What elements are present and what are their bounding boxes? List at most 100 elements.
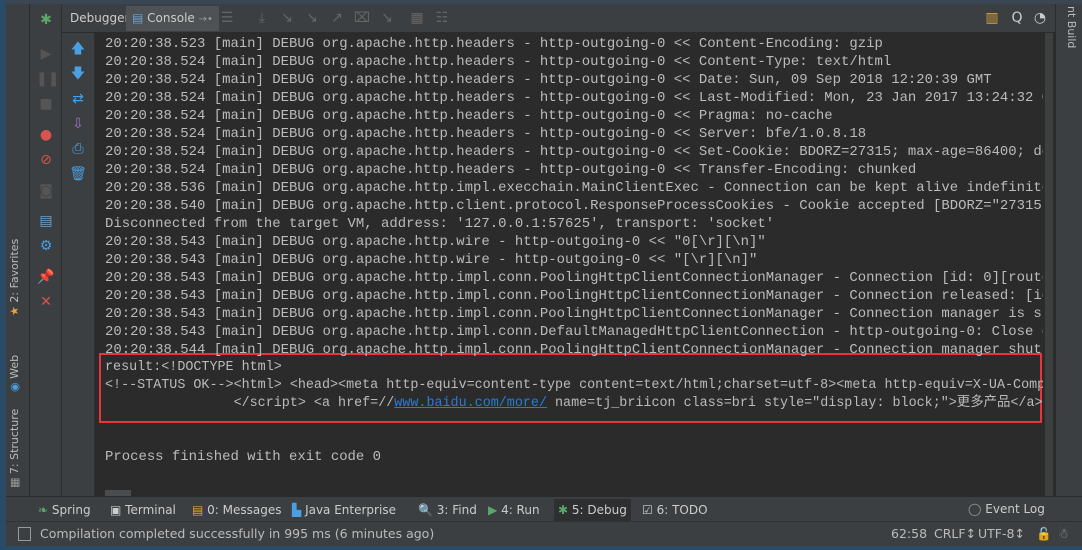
log-line: 20:20:38.524 [main] DEBUG org.apache.htt… xyxy=(105,144,1043,160)
cursor-position[interactable]: 62:58 xyxy=(891,522,927,546)
settings-gear-icon[interactable]: ⚙ xyxy=(36,238,56,254)
encoding[interactable]: UTF-8↕ xyxy=(978,522,1025,546)
scrollbar-thumb[interactable] xyxy=(1045,33,1053,496)
tool-window-find[interactable]: 🔍 3: Find xyxy=(414,499,481,521)
show-execution-point-icon[interactable]: ☰ xyxy=(217,10,237,26)
web-tab[interactable]: ◉ Web xyxy=(8,355,21,392)
soft-wrap-icon[interactable]: ⇄ xyxy=(68,91,88,107)
console-output[interactable]: result:<!DOCTYPE html> <!--STATUS OK--><… xyxy=(95,33,1043,496)
tool-window-label: 3: Find xyxy=(436,503,477,517)
pin-tab-icon: →• xyxy=(198,14,213,25)
web-label: Web xyxy=(8,354,21,379)
tool-window-java-enterprise[interactable]: ▙ Java Enterprise xyxy=(288,499,400,521)
tool-window-messages[interactable]: ▤ 0: Messages xyxy=(188,499,286,521)
scroll-to-end-icon[interactable]: ⇩ xyxy=(68,116,88,132)
toggle-tool-windows-icon[interactable] xyxy=(18,527,31,541)
run-to-cursor-icon[interactable]: ↘ xyxy=(377,10,397,26)
evaluate-icon[interactable]: ▦ xyxy=(407,10,427,26)
debug-icon: ✱ xyxy=(558,503,569,517)
log-line: 20:20:38.543 [main] DEBUG org.apache.htt… xyxy=(105,252,758,268)
force-step-into-icon[interactable]: ↘ xyxy=(302,10,322,26)
result-line-1: result:<!DOCTYPE html> xyxy=(105,360,282,375)
log-line: 20:20:38.544 [main] DEBUG org.apache.htt… xyxy=(105,342,1043,358)
console-label: Console xyxy=(147,11,195,25)
performance-gauge-icon[interactable]: ◔ xyxy=(1030,10,1050,26)
baidu-more-link[interactable]: www.baidu.com/more/ xyxy=(394,396,547,411)
lock-icon[interactable]: 🔓 xyxy=(1036,522,1052,546)
log-line: 20:20:38.524 [main] DEBUG org.apache.htt… xyxy=(105,72,992,88)
exit-message: Process finished with exit code 0 xyxy=(105,449,382,465)
result-line-3: </script> <a href=//www.baidu.com/more/ … xyxy=(105,395,1043,413)
tool-window-label: 0: Messages xyxy=(207,503,282,517)
mute-breakpoints-icon[interactable]: ⊘ xyxy=(36,152,56,168)
trash-icon[interactable]: 🗑 xyxy=(68,166,88,182)
log-line: 20:20:38.524 [main] DEBUG org.apache.htt… xyxy=(105,54,892,70)
ide-window: ★ 2: Favorites ◉ Web ▦ 7: Structure ✱ ▶ … xyxy=(6,0,1082,546)
tool-window-todo[interactable]: ☑ 6: TODO xyxy=(638,499,712,521)
result-line-3-pre: </script> <a href=// xyxy=(105,396,395,411)
star-icon: ★ xyxy=(8,306,21,316)
structure-label: 7: Structure xyxy=(8,408,21,475)
tool-window-label: Terminal xyxy=(125,503,176,517)
stop-icon[interactable]: ■ xyxy=(36,96,56,112)
step-into-icon[interactable]: ↘ xyxy=(277,10,297,26)
step-over-icon[interactable]: ⤓ xyxy=(252,10,272,26)
event-log-icon: ◯ xyxy=(968,502,982,516)
log-line: 20:20:38.524 [main] DEBUG org.apache.htt… xyxy=(105,162,917,178)
favorites-tab[interactable]: ★ 2: Favorites xyxy=(8,239,21,316)
view-breakpoints-icon[interactable]: ● xyxy=(36,127,56,143)
tool-window-run[interactable]: ▶ 4: Run xyxy=(484,499,544,521)
camera-icon[interactable]: ◙ xyxy=(36,183,56,199)
vertical-scrollbar[interactable] xyxy=(1043,33,1055,496)
inspector-icon[interactable]: ☃ xyxy=(1058,522,1069,546)
todo-icon: ☑ xyxy=(642,503,653,517)
debug-toolbar: ✱ ▶ ❚❚ ■ ● ⊘ ◙ ▤ ⚙ 📌 ✕ xyxy=(30,4,62,496)
line-separator[interactable]: CRLF↕ xyxy=(934,522,976,546)
ant-build-tab[interactable]: nt Build xyxy=(1065,6,1078,48)
messages-icon: ▤ xyxy=(192,503,204,517)
tool-window-label: Spring xyxy=(51,503,91,517)
down-arrow-icon[interactable]: 🡇 xyxy=(68,66,88,82)
log-line: 20:20:38.540 [main] DEBUG org.apache.htt… xyxy=(105,198,1043,214)
tab-debugger[interactable]: Debugger xyxy=(64,6,135,31)
log-line: 20:20:38.543 [main] DEBUG org.apache.htt… xyxy=(105,234,766,250)
resume-icon[interactable]: ▶ xyxy=(36,46,56,62)
pause-icon[interactable]: ❚❚ xyxy=(36,71,59,87)
tab-console[interactable]: ▤ Console →• xyxy=(126,6,219,31)
result-line-2: <!--STATUS OK--><html> <head><meta http-… xyxy=(105,378,1043,393)
tool-window-label: 5: Debug xyxy=(571,503,627,517)
favorites-label: 2: Favorites xyxy=(8,238,21,303)
up-arrow-icon[interactable]: 🡅 xyxy=(68,41,88,57)
status-bar: Compilation completed successfully in 99… xyxy=(6,521,1082,546)
close-icon[interactable]: ✕ xyxy=(36,294,56,310)
tool-window-terminal[interactable]: ▣ Terminal xyxy=(106,499,180,521)
print-icon[interactable]: ⎙ xyxy=(68,141,88,157)
log-line: 20:20:38.543 [main] DEBUG org.apache.htt… xyxy=(105,270,1043,286)
step-out-icon[interactable]: ↗ xyxy=(327,10,347,26)
log-line: 20:20:38.536 [main] DEBUG org.apache.htt… xyxy=(105,180,1043,196)
layout-icon[interactable]: ▤ xyxy=(36,213,56,229)
trace-icon[interactable]: ☷ xyxy=(432,10,452,26)
find-icon: 🔍 xyxy=(418,503,433,517)
memory-icon[interactable]: ▥ xyxy=(982,10,1002,26)
tool-window-debug[interactable]: ✱ 5: Debug xyxy=(554,499,631,521)
log-line: 20:20:38.543 [main] DEBUG org.apache.htt… xyxy=(105,306,1043,322)
right-tool-strip: nt Build xyxy=(1055,4,1082,521)
leaf-icon: ❧ xyxy=(38,503,49,517)
tool-window-label: 6: TODO xyxy=(656,503,708,517)
log-line: 20:20:38.524 [main] DEBUG org.apache.htt… xyxy=(105,126,867,142)
java-enterprise-icon: ▙ xyxy=(292,503,302,517)
result-line-3-post: name=tj_briicon class=bri style="display… xyxy=(546,396,1043,411)
debug-tabs: Debugger ▤ Console →• ☰ ⤓ ↘ ↘ ↗ ⌧ ↘ ▦ ☷ … xyxy=(62,4,1055,33)
event-log-button[interactable]: ◯ Event Log xyxy=(964,498,1049,520)
left-tool-strip: ★ 2: Favorites ◉ Web ▦ 7: Structure xyxy=(6,4,30,521)
tool-window-bar: ❧ Spring ▣ Terminal ▤ 0: Messages ▙ Java En… xyxy=(6,496,1082,521)
tool-window-spring[interactable]: ❧ Spring xyxy=(34,499,95,521)
event-log-label: Event Log xyxy=(985,502,1045,516)
log-line: 20:20:38.524 [main] DEBUG org.apache.htt… xyxy=(105,90,1043,106)
console-toolbar: 🡅 🡇 ⇄ ⇩ ⎙ 🗑 xyxy=(62,33,95,496)
drop-frame-icon[interactable]: ⌧ xyxy=(352,10,372,26)
pin-icon[interactable]: 📌 xyxy=(36,269,56,285)
search-class-icon[interactable]: Q xyxy=(1007,10,1027,26)
structure-tab[interactable]: ▦ 7: Structure xyxy=(8,409,21,488)
